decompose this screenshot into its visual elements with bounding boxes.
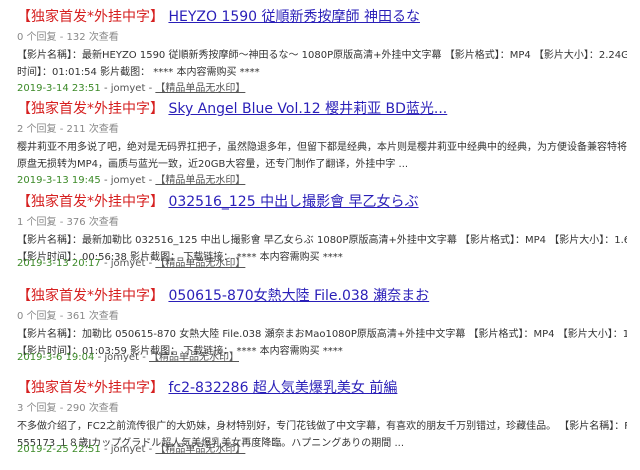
view-label: 次查看: [88, 403, 119, 414]
view-count: 361: [66, 311, 86, 322]
meta-separator: -: [103, 83, 108, 94]
summary-line: 【影片名稱】：最新加勒比 032516_125 中出し撮影會 早乙女らぶ 108…: [17, 235, 627, 246]
author-link[interactable]: jomyet: [111, 83, 146, 94]
reply-count: 3: [17, 403, 24, 414]
thread-meta: 2019-3-13 20:17 - jomyet - 【精品单品无水印】: [17, 257, 245, 270]
post-date: 2019-3-13 19:45: [17, 175, 101, 186]
board-link[interactable]: 【精品单品无水印】: [155, 258, 245, 269]
thread-meta: 2019-3-6 19:04 - jomyet - 【精品单品无水印】: [17, 351, 239, 364]
tag-label: 外挂中字】: [94, 101, 164, 117]
tag-label: 【独家首发: [17, 194, 87, 210]
thread-title-link[interactable]: 050615-870女熱大陸 File.038 瀬奈まお: [168, 288, 429, 304]
meta-separator: -: [103, 258, 108, 269]
reply-label: 个回复: [26, 311, 57, 322]
board-link[interactable]: 【精品单品无水印】: [155, 175, 245, 186]
thread-title-line[interactable]: 【独家首发*外挂中字】 Sky Angel Blue Vol.12 樱井莉亚 B…: [17, 98, 447, 120]
thread-title-line[interactable]: 【独家首发*外挂中字】 fc2-832286 超人気美爆乳美女 前編: [17, 377, 397, 399]
tag-star: *: [87, 380, 94, 396]
thread-title-link[interactable]: Sky Angel Blue Vol.12 樱井莉亚 BD蓝光...: [168, 101, 447, 117]
post-date: 2019-2-25 22:51: [17, 444, 101, 455]
summary-line: 时间】：01:01:54 影片截图： **** 本内容需购买 ****: [17, 67, 260, 78]
thread-title-link[interactable]: fc2-832286 超人気美爆乳美女 前編: [168, 380, 397, 396]
summary-line: 不多做介绍了，FC2之前流传很广的大奶妹，身材特别好，专门花钱做了中文字幕，有喜…: [17, 421, 627, 432]
meta-separator: -: [148, 83, 153, 94]
tag-label: 【独家首发: [17, 9, 87, 25]
tag-label: 外挂中字】: [94, 9, 164, 25]
reply-label: 个回复: [26, 124, 57, 135]
tag-star: *: [87, 194, 94, 210]
meta-separator: -: [103, 444, 108, 455]
view-label: 次查看: [88, 217, 119, 228]
thread-summary: 【影片名稱】：最新HEYZO 1590 従順新秀按摩師～神田るな～ 1080P原…: [17, 47, 627, 81]
summary-line: 【影片名稱】：最新HEYZO 1590 従順新秀按摩師～神田るな～ 1080P原…: [17, 50, 627, 61]
meta-separator: -: [148, 258, 153, 269]
author-link[interactable]: jomyet: [104, 352, 139, 363]
reply-count: 0: [17, 311, 24, 322]
meta-separator: -: [97, 352, 102, 363]
tag-label: 【独家首发: [17, 288, 87, 304]
view-count: 132: [66, 32, 86, 43]
meta-separator: -: [103, 175, 108, 186]
view-label: 次查看: [88, 311, 119, 322]
thread-summary: 樱井莉亚不用多说了吧，绝对是无码界扛把子，虽然隐退多年，但留下都是经典，本片则是…: [17, 139, 627, 173]
tag-label: 【独家首发: [17, 380, 87, 396]
post-date: 2019-3-14 23:51: [17, 83, 101, 94]
view-label: 次查看: [88, 32, 119, 43]
tag-star: *: [87, 101, 94, 117]
thread-title-line[interactable]: 【独家首发*外挂中字】 050615-870女熱大陸 File.038 瀬奈まお: [17, 285, 429, 307]
thread-stats: 3 个回复 - 290 次查看: [17, 403, 119, 414]
thread-title-line[interactable]: 【独家首发*外挂中字】 032516_125 中出し撮影會 早乙女らぶ: [17, 191, 419, 213]
tag-label: 外挂中字】: [94, 380, 164, 396]
tag-star: *: [87, 288, 94, 304]
board-link[interactable]: 【精品单品无水印】: [155, 444, 245, 455]
board-link[interactable]: 【精品单品无水印】: [149, 352, 239, 363]
meta-separator: -: [148, 175, 153, 186]
meta-separator: -: [148, 444, 153, 455]
thread-stats: 0 个回复 - 361 次查看: [17, 311, 119, 322]
view-count: 376: [66, 217, 86, 228]
thread-title-link[interactable]: 032516_125 中出し撮影會 早乙女らぶ: [168, 194, 418, 210]
author-link[interactable]: jomyet: [111, 258, 146, 269]
thread-title-line[interactable]: 【独家首发*外挂中字】 HEYZO 1590 従順新秀按摩師 神田るな: [17, 6, 420, 28]
tag-star: *: [87, 9, 94, 25]
thread-stats: 1 个回复 - 376 次查看: [17, 217, 119, 228]
tag-label: 外挂中字】: [94, 288, 164, 304]
reply-count: 0: [17, 32, 24, 43]
view-count: 290: [66, 403, 86, 414]
tag-label: 【独家首发: [17, 101, 87, 117]
thread-meta: 2019-2-25 22:51 - jomyet - 【精品单品无水印】: [17, 443, 245, 456]
summary-line: 【影片名稱】：加勒比 050615-870 女熱大陸 File.038 瀬奈まお…: [17, 329, 627, 340]
reply-label: 个回复: [26, 403, 57, 414]
reply-count: 1: [17, 217, 24, 228]
thread-stats: 0 个回复 - 132 次查看: [17, 32, 119, 43]
summary-line: 原盘无损转为MP4，画质与蓝光一致，近20GB大容量，还专门制作了翻译，外挂中字…: [17, 159, 409, 170]
reply-label: 个回复: [26, 217, 57, 228]
thread-stats: 2 个回复 - 211 次查看: [17, 124, 119, 135]
thread-meta: 2019-3-14 23:51 - jomyet - 【精品单品无水印】: [17, 82, 245, 95]
post-date: 2019-3-6 19:04: [17, 352, 95, 363]
view-label: 次查看: [88, 124, 119, 135]
thread-meta: 2019-3-13 19:45 - jomyet - 【精品单品无水印】: [17, 174, 245, 187]
reply-label: 个回复: [26, 32, 57, 43]
tag-label: 外挂中字】: [94, 194, 164, 210]
view-count: 211: [66, 124, 86, 135]
author-link[interactable]: jomyet: [111, 175, 146, 186]
summary-line: 樱井莉亚不用多说了吧，绝对是无码界扛把子，虽然隐退多年，但留下都是经典，本片则是…: [17, 142, 627, 153]
post-date: 2019-3-13 20:17: [17, 258, 101, 269]
board-link[interactable]: 【精品单品无水印】: [155, 83, 245, 94]
thread-title-link[interactable]: HEYZO 1590 従順新秀按摩師 神田るな: [168, 9, 420, 25]
meta-separator: -: [142, 352, 146, 363]
reply-count: 2: [17, 124, 24, 135]
author-link[interactable]: jomyet: [111, 444, 146, 455]
